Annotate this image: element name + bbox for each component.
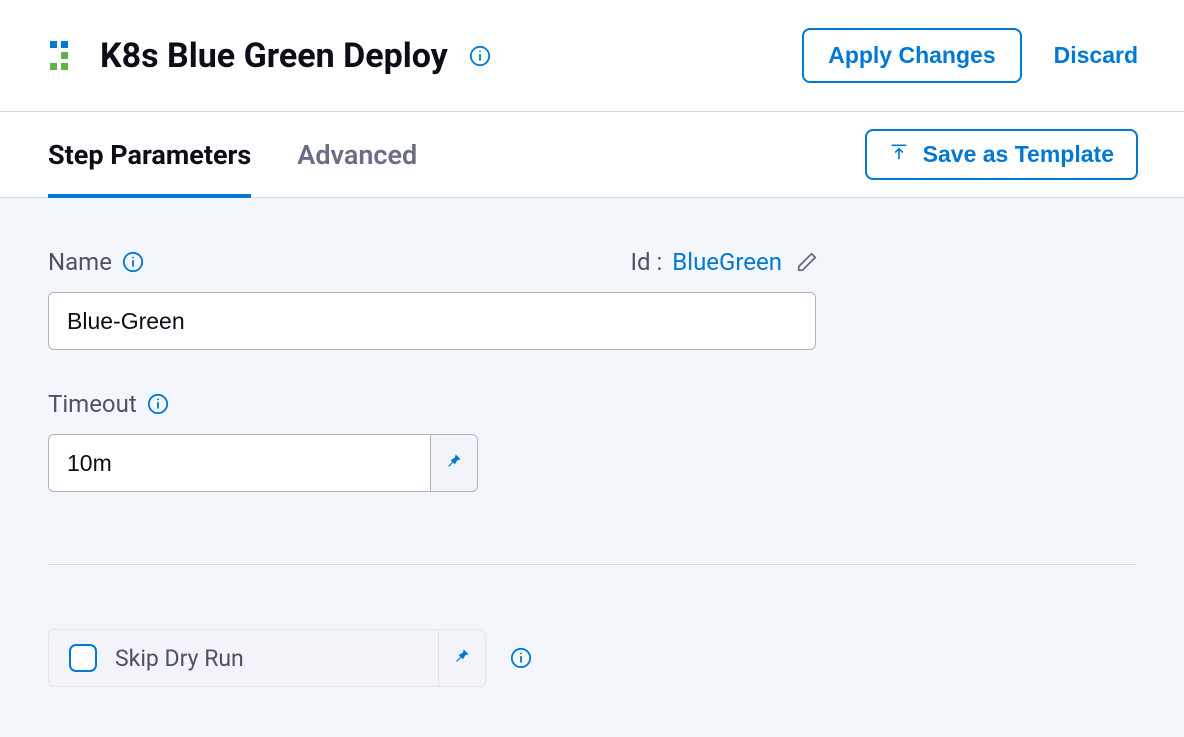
id-value: BlueGreen <box>672 248 782 276</box>
info-icon[interactable] <box>147 393 169 415</box>
pin-button[interactable] <box>430 434 478 492</box>
timeout-input[interactable] <box>48 434 430 492</box>
apply-changes-button[interactable]: Apply Changes <box>802 28 1021 83</box>
edit-id-icon[interactable] <box>796 251 818 273</box>
name-label: Name <box>48 248 144 276</box>
pin-icon <box>452 646 472 670</box>
pin-button[interactable] <box>438 629 486 687</box>
upload-icon <box>889 141 909 168</box>
tab-bar: Step Parameters Advanced Save as Templat… <box>0 112 1184 198</box>
save-as-template-label: Save as Template <box>923 141 1114 168</box>
tab-step-parameters[interactable]: Step Parameters <box>48 112 251 197</box>
header-actions: Apply Changes Discard <box>802 28 1138 83</box>
page-title: K8s Blue Green Deploy <box>100 36 448 76</box>
pin-icon <box>444 451 464 475</box>
discard-button[interactable]: Discard <box>1054 42 1138 69</box>
skip-dry-run-label: Skip Dry Run <box>115 645 244 672</box>
timeout-label-text: Timeout <box>48 390 137 418</box>
name-row-header: Name Id : BlueGreen <box>48 248 818 276</box>
section-divider <box>48 564 1136 565</box>
save-as-template-button[interactable]: Save as Template <box>865 129 1138 180</box>
timeout-input-row <box>48 434 478 492</box>
name-input[interactable] <box>48 292 816 350</box>
header-left: K8s Blue Green Deploy <box>48 36 492 76</box>
skip-dry-run-main[interactable]: Skip Dry Run <box>48 629 438 687</box>
skip-dry-run-block: Skip Dry Run <box>48 629 1136 687</box>
skip-dry-run-checkbox[interactable] <box>69 644 97 672</box>
id-display: Id : BlueGreen <box>630 248 818 276</box>
info-icon[interactable] <box>122 251 144 273</box>
info-icon[interactable] <box>468 44 492 68</box>
page-header: K8s Blue Green Deploy Apply Changes Disc… <box>0 0 1184 112</box>
id-label: Id : <box>630 248 662 276</box>
form-panel: Name Id : BlueGreen Timeout <box>0 198 1184 737</box>
name-label-text: Name <box>48 248 112 276</box>
timeout-section: Timeout <box>48 390 1136 492</box>
info-icon[interactable] <box>510 647 532 669</box>
deploy-logo-icon <box>48 39 82 73</box>
tab-advanced[interactable]: Advanced <box>297 112 417 197</box>
tabs: Step Parameters Advanced <box>48 112 417 197</box>
timeout-label: Timeout <box>48 390 1136 418</box>
skip-dry-run-wrap: Skip Dry Run <box>48 629 486 687</box>
